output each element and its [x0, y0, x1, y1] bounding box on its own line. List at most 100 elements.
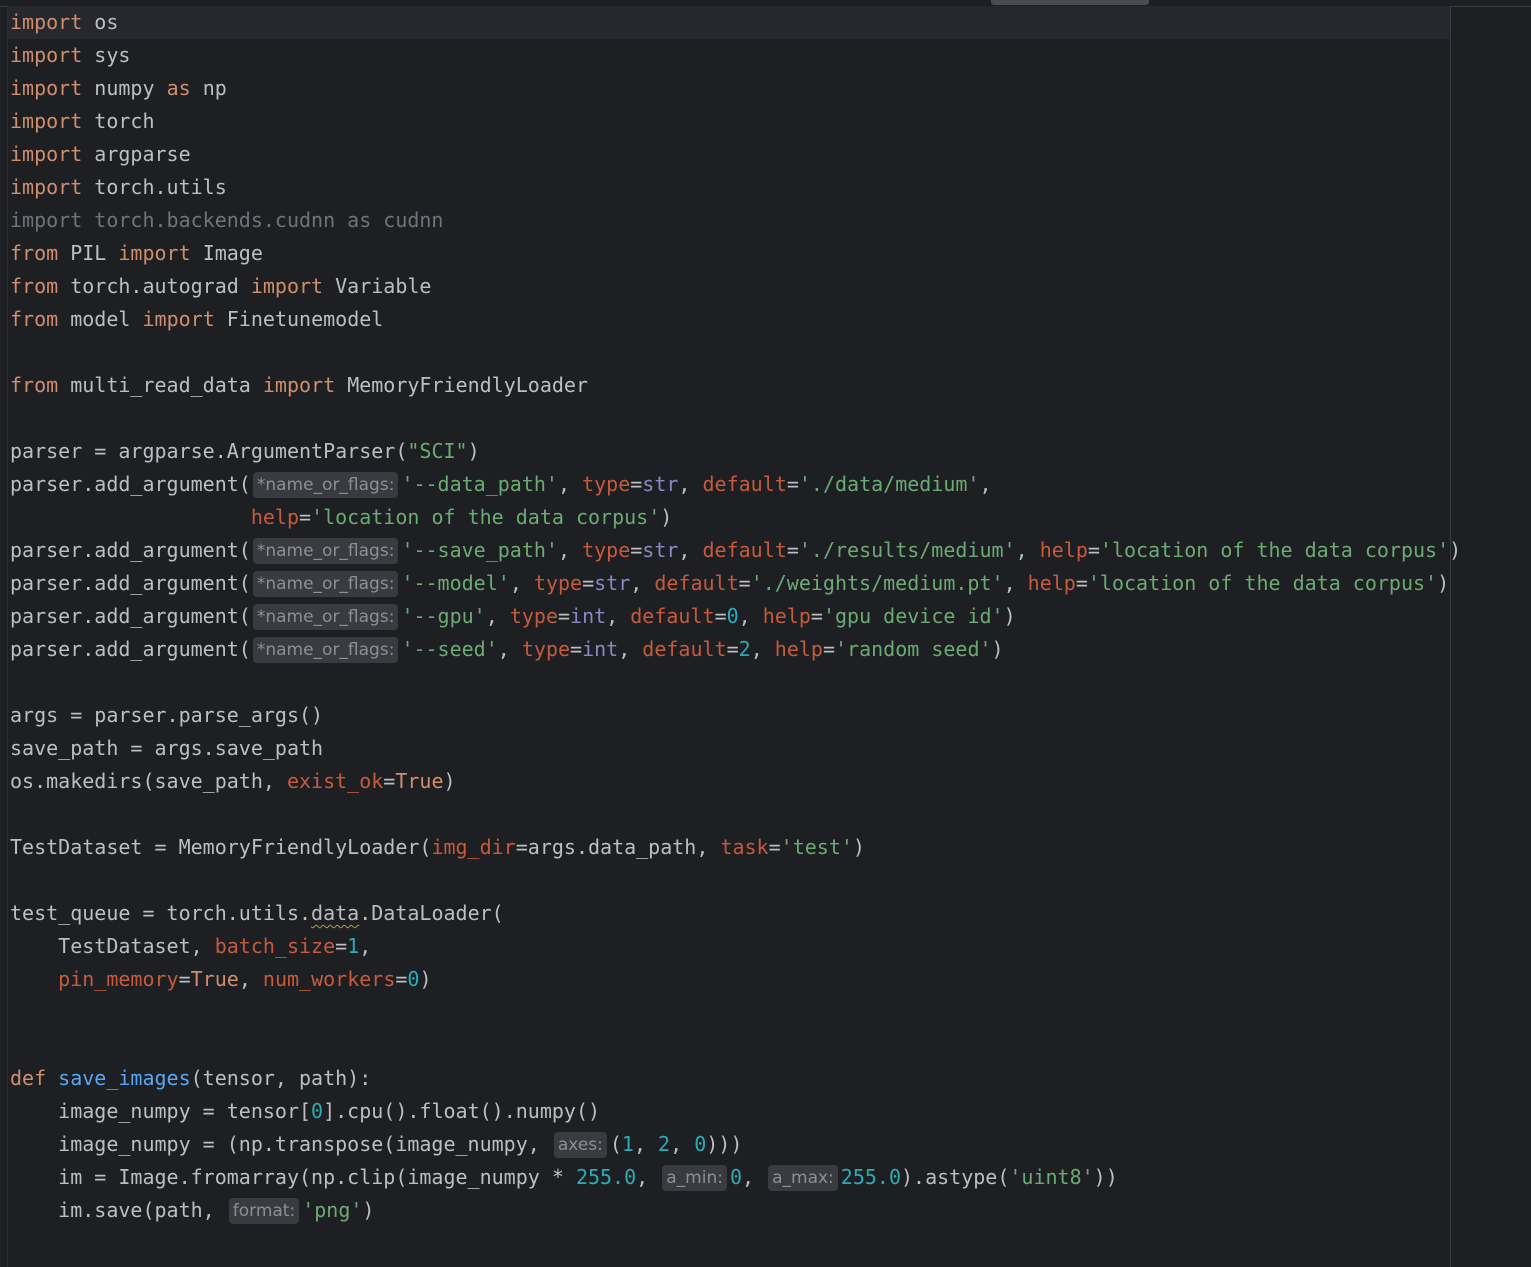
keyword-import: import	[118, 241, 191, 265]
code-line-18[interactable]: parser.add_argument(*name_or_flags: '--mo…	[10, 567, 1449, 600]
code-line-23[interactable]: save_path = args.save_path	[10, 732, 323, 765]
code-line-15[interactable]: parser.add_argument(*name_or_flags: '--da…	[10, 468, 992, 501]
code-text: multi_read_data	[70, 373, 251, 397]
keyword-from: from	[10, 274, 59, 298]
code-line-17[interactable]: parser.add_argument(*name_or_flags: '--sa…	[10, 534, 1461, 567]
code-line-14[interactable]: parser = argparse.ArgumentParser("SCI")	[10, 435, 480, 468]
code-line-5[interactable]: import argparse	[10, 138, 191, 171]
horizontal-scroll-thumb[interactable]	[991, 0, 1149, 5]
code-line-35[interactable]: image_numpy = (np.transpose(image_numpy,…	[10, 1128, 742, 1161]
inlay-hint-name-or-flags: *name_or_flags:	[252, 637, 399, 663]
named-parameter: exist_ok	[286, 769, 384, 793]
code-line-7[interactable]: import torch.backends.cudnn as cudnn	[10, 204, 443, 237]
named-parameter: help	[1039, 538, 1088, 562]
builtin-name: int	[582, 637, 619, 661]
string-literal: './results/medium'	[798, 538, 1016, 562]
code-text: torch	[94, 109, 155, 133]
string-literal: 'location of the data corpus'	[1087, 571, 1438, 595]
code-line-28[interactable]: test_queue = torch.utils.data.DataLoader…	[10, 897, 504, 930]
string-literal: "SCI"	[407, 439, 468, 463]
warning-squiggle[interactable]: data	[311, 901, 359, 925]
code-line-2[interactable]: import sys	[10, 39, 130, 72]
builtin-name: int	[570, 604, 607, 628]
code-text: =args.data_path,	[515, 835, 721, 859]
code-line-12[interactable]: from multi_read_data import MemoryFriend…	[10, 369, 588, 402]
number-literal: 0	[726, 604, 739, 628]
builtin-name: str	[642, 472, 679, 496]
code-line-8[interactable]: from PIL import Image	[10, 237, 263, 270]
code-line-33[interactable]: def save_images(tensor, path):	[10, 1062, 371, 1095]
named-parameter: help	[1027, 571, 1076, 595]
keyword-import: import	[10, 142, 83, 166]
code-line-34[interactable]: image_numpy = tensor[0].cpu().float().nu…	[10, 1095, 600, 1128]
code-text: Variable	[335, 274, 432, 298]
named-parameter: type	[582, 472, 631, 496]
code-editor[interactable]: import os import sys import numpy as np …	[0, 0, 1531, 1267]
named-parameter: num_workers	[262, 967, 396, 991]
code-line-6[interactable]: import torch.utils	[10, 171, 227, 204]
code-line-20[interactable]: parser.add_argument(*name_or_flags: '--se…	[10, 633, 1004, 666]
code-line-29[interactable]: TestDataset, batch_size=1,	[10, 930, 371, 963]
inlay-hint-axes: axes:	[553, 1132, 607, 1158]
code-line-9[interactable]: from torch.autograd import Variable	[10, 270, 431, 303]
code-text: MemoryFriendlyLoader	[347, 373, 589, 397]
named-parameter: help	[774, 637, 823, 661]
code-text: argparse	[94, 142, 191, 166]
string-literal: 'png'	[302, 1198, 363, 1222]
number-literal: 0	[694, 1132, 707, 1156]
right-margin-guide	[1450, 7, 1451, 1267]
code-text: ].cpu().float().numpy()	[323, 1099, 601, 1123]
code-line-30[interactable]: pin_memory=True, num_workers=0)	[10, 963, 431, 996]
code-line-22[interactable]: args = parser.parse_args()	[10, 699, 323, 732]
keyword-true: True	[190, 967, 239, 991]
code-line-26[interactable]: TestDataset = MemoryFriendlyLoader(img_d…	[10, 831, 865, 864]
code-text: PIL	[70, 241, 107, 265]
code-line-24[interactable]: os.makedirs(save_path, exist_ok=True)	[10, 765, 456, 798]
named-parameter: default	[642, 637, 727, 661]
string-literal: '--data_path'	[401, 472, 558, 496]
keyword-import: import	[262, 373, 336, 397]
keyword-import: import	[10, 43, 83, 67]
inlay-hint-a-max: a_max:	[768, 1165, 838, 1191]
named-parameter: help	[250, 505, 299, 529]
code-text: .DataLoader(	[359, 901, 504, 925]
number-literal: 255.0	[575, 1165, 637, 1189]
unused-import-text: import torch.backends.cudnn as cudnn	[10, 208, 444, 232]
keyword-import: import	[10, 175, 83, 199]
keyword-def: def	[10, 1066, 47, 1090]
inlay-hint-format: format:	[228, 1198, 300, 1224]
code-line-19[interactable]: parser.add_argument(*name_or_flags: '--gp…	[10, 600, 1016, 633]
code-text: Finetunemodel	[226, 307, 384, 331]
code-line-37[interactable]: im.save(path, format:'png')	[10, 1194, 374, 1227]
named-parameter: default	[702, 538, 787, 562]
code-line-1[interactable]: import os	[8, 6, 1450, 39]
named-parameter: batch_size	[214, 934, 336, 958]
code-text: image_numpy = (np.transpose(image_numpy,	[10, 1132, 552, 1156]
code-line-36[interactable]: im = Image.fromarray(np.clip(image_numpy…	[10, 1161, 1118, 1194]
code-text: TestDataset = MemoryFriendlyLoader(	[10, 835, 432, 859]
code-line-10[interactable]: from model import Finetunemodel	[10, 303, 383, 336]
builtin-name: str	[594, 571, 631, 595]
named-parameter: default	[702, 472, 787, 496]
string-literal: './weights/medium.pt'	[750, 571, 1004, 595]
number-literal: 0	[311, 1099, 324, 1123]
named-parameter: type	[582, 538, 631, 562]
code-text: (tensor, path):	[190, 1066, 372, 1090]
code-text: args = parser.parse_args()	[10, 703, 324, 727]
inlay-hint-a-min: a_min:	[662, 1165, 727, 1191]
named-parameter: type	[521, 637, 571, 661]
code-text: sys	[94, 43, 131, 67]
code-text: np	[202, 76, 227, 100]
inlay-hint-name-or-flags: *name_or_flags:	[252, 571, 399, 597]
builtin-name: str	[642, 538, 679, 562]
code-text: Image	[202, 241, 263, 265]
function-name: save_images	[58, 1066, 191, 1090]
string-literal: 'test'	[780, 835, 853, 859]
code-line-16[interactable]: help='location of the data corpus')	[10, 501, 672, 534]
code-text: torch.utils	[94, 175, 227, 199]
named-parameter: img_dir	[431, 835, 516, 859]
inlay-hint-name-or-flags: *name_or_flags:	[252, 538, 399, 564]
code-line-4[interactable]: import torch	[10, 105, 155, 138]
gutter-divider	[7, 7, 8, 1267]
code-line-3[interactable]: import numpy as np	[10, 72, 227, 105]
